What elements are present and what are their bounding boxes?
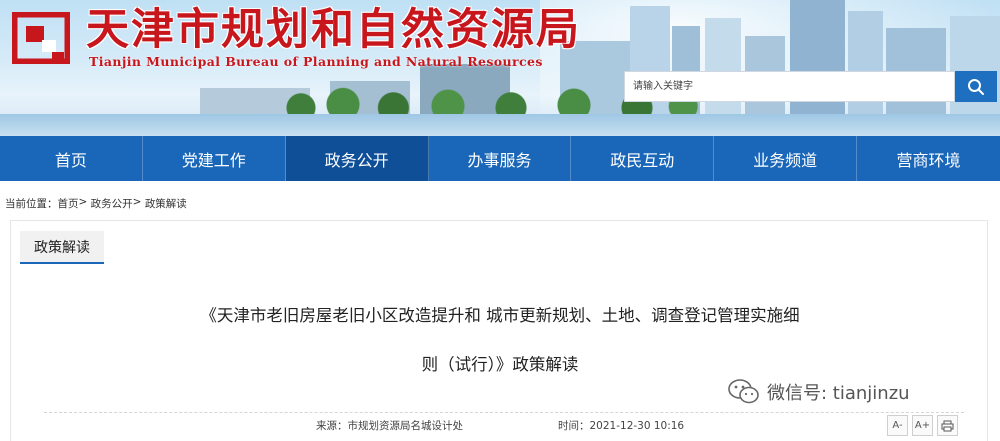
search-button[interactable] — [955, 71, 997, 102]
wechat-watermark: 微信号: tianjinzu — [727, 378, 910, 406]
search-icon — [968, 78, 984, 95]
nav-item-services[interactable]: 办事服务 — [429, 136, 572, 181]
breadcrumb-item-government-affairs[interactable]: 政务公开 — [91, 196, 133, 211]
section-tab[interactable]: 政策解读 — [20, 231, 104, 264]
nav-item-interaction[interactable]: 政民互动 — [571, 136, 715, 181]
nav-item-home[interactable]: 首页 — [0, 136, 143, 181]
breadcrumb-item-policy-interpretation[interactable]: 政策解读 — [145, 196, 187, 211]
river — [0, 114, 1000, 136]
breadcrumb-separator: > — [132, 196, 142, 208]
wechat-icon — [728, 379, 759, 404]
breadcrumb-prefix: 当前位置： — [5, 198, 58, 210]
nav-item-business-environment[interactable]: 营商环境 — [857, 136, 1000, 181]
breadcrumb-item-home[interactable]: 首页 — [58, 196, 79, 211]
font-decrease-icon: A- — [892, 420, 903, 431]
watermark-text: 微信号: tianjinzu — [767, 383, 910, 404]
site-subtitle: Tianjin Municipal Bureau of Planning and… — [89, 54, 543, 69]
article-meta-bar — [44, 412, 964, 438]
article-title-line2: 则（试行）》政策解读 — [421, 355, 579, 374]
article-time: 时间：2021-12-30 10:16 — [558, 420, 685, 432]
nav-item-business-channel[interactable]: 业务频道 — [714, 136, 858, 181]
font-increase-icon: A+ — [914, 420, 931, 431]
main-nav: 首页 党建工作 政务公开 办事服务 政民互动 业务频道 营商环境 — [0, 136, 1000, 181]
content-panel — [10, 220, 988, 441]
article-title-line1: 《天津市老旧房屋老旧小区改造提升和 城市更新规划、土地、调查登记管理实施细 — [200, 306, 800, 325]
search-input[interactable] — [625, 72, 954, 101]
site-title[interactable]: 天津市规划和自然资源局 — [86, 4, 581, 56]
nav-item-party-building[interactable]: 党建工作 — [143, 136, 286, 181]
breadcrumb: 当前位置： 首页 > 政务公开 > 政策解读 — [5, 196, 187, 211]
font-decrease-button[interactable]: A- — [887, 415, 908, 436]
search-field[interactable] — [624, 71, 955, 102]
font-increase-button[interactable]: A+ — [912, 415, 933, 436]
bureau-logo-icon[interactable] — [10, 10, 72, 66]
article-source: 来源：市规划资源局名城设计处 — [316, 420, 463, 432]
site-header: 天津市规划和自然资源局 Tianjin Municipal Bureau of … — [0, 0, 1000, 136]
nav-item-government-affairs[interactable]: 政务公开 — [285, 136, 429, 181]
breadcrumb-separator: > — [78, 196, 88, 208]
print-icon — [941, 420, 954, 431]
print-button[interactable] — [937, 415, 958, 436]
